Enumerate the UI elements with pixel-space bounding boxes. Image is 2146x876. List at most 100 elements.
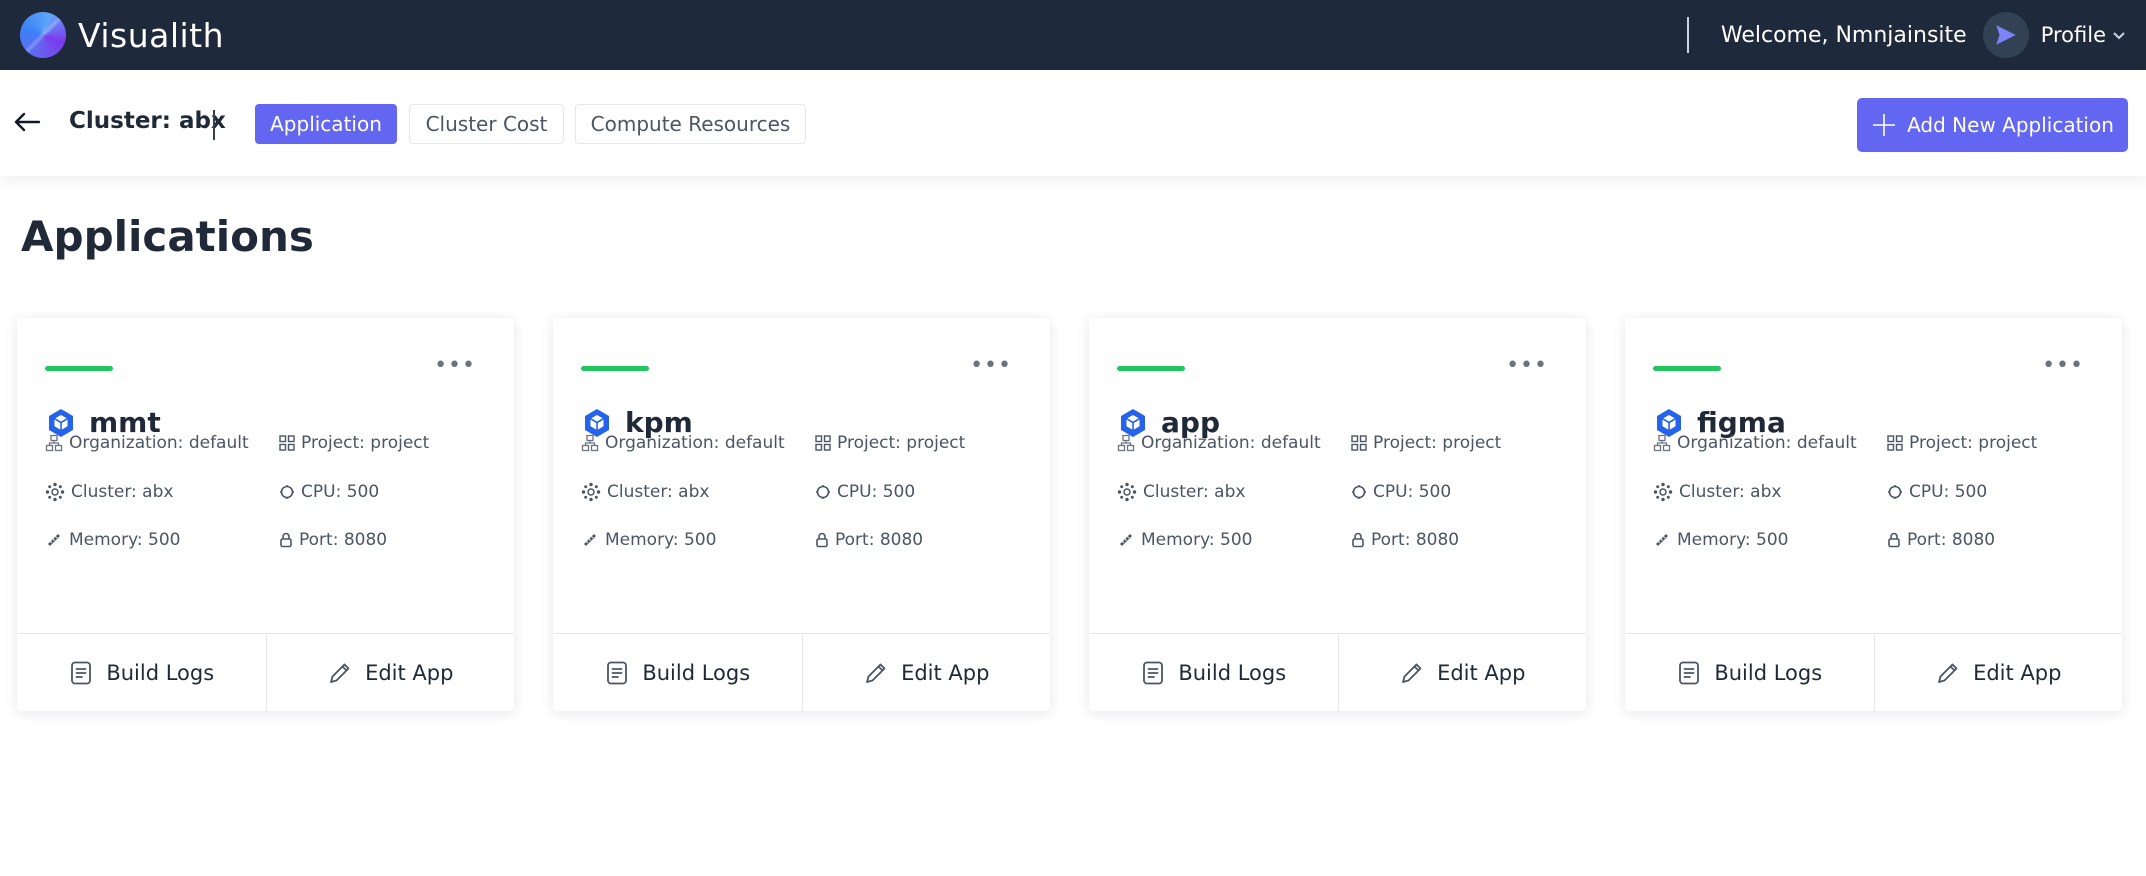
organization-icon [1117, 434, 1135, 452]
build-logs-button[interactable]: Build Logs [1625, 634, 1874, 711]
grid-icon [279, 435, 295, 451]
organization-info: Organization: default [1117, 433, 1321, 453]
document-icon [604, 660, 630, 686]
edit-app-label: Edit App [901, 660, 990, 685]
port-text: Port: 8080 [1371, 530, 1460, 550]
application-card[interactable]: ••• mmt Organization: default Project: p… [17, 318, 514, 711]
grid-icon [1351, 435, 1367, 451]
cpu-text: CPU: 500 [301, 482, 380, 502]
memory-icon [45, 531, 63, 549]
status-indicator [1653, 366, 1721, 371]
status-indicator [45, 366, 113, 371]
tab-label: Compute Resources [590, 112, 791, 136]
memory-info: Memory: 500 [1653, 530, 1788, 550]
chevron-down-icon [2112, 28, 2126, 42]
edit-app-label: Edit App [365, 660, 454, 685]
edit-app-button[interactable]: Edit App [1337, 634, 1587, 711]
edit-app-button[interactable]: Edit App [801, 634, 1051, 711]
project-text: Project: project [1909, 433, 2038, 453]
edit-app-label: Edit App [1437, 660, 1526, 685]
cpu-icon [1887, 484, 1903, 500]
build-logs-button[interactable]: Build Logs [17, 634, 266, 711]
cluster-text: Cluster: abx [607, 482, 710, 502]
brand-name: Visualith [78, 15, 225, 55]
cpu-info: CPU: 500 [815, 482, 915, 502]
brand[interactable]: Visualith [20, 12, 224, 58]
pencil-icon [1935, 660, 1961, 686]
port-info: Port: 8080 [279, 530, 387, 550]
organization-text: Organization: default [69, 433, 249, 453]
grid-icon [815, 435, 831, 451]
cpu-info: CPU: 500 [279, 482, 379, 502]
memory-icon [581, 531, 599, 549]
cluster-info: Cluster: abx [1653, 482, 1781, 502]
card-actions: Build Logs Edit App [17, 633, 514, 711]
cpu-info: CPU: 500 [1887, 482, 1987, 502]
port-text: Port: 8080 [1907, 530, 1996, 550]
cpu-icon [815, 484, 831, 500]
cpu-text: CPU: 500 [1909, 482, 1988, 502]
tab-compute-resources[interactable]: Compute Resources [575, 104, 806, 144]
build-logs-button[interactable]: Build Logs [553, 634, 802, 711]
project-text: Project: project [837, 433, 966, 453]
application-card[interactable]: ••• app Organization: default Project: p… [1089, 318, 1586, 711]
project-info: Project: project [1887, 433, 2037, 453]
application-card[interactable]: ••• kpm Organization: default Project: p… [553, 318, 1050, 711]
build-logs-button[interactable]: Build Logs [1089, 634, 1338, 711]
back-arrow-icon[interactable] [12, 110, 42, 138]
top-navbar: Visualith Welcome, Nmnjainsite Profile [0, 0, 2146, 70]
cpu-text: CPU: 500 [837, 482, 916, 502]
title-divider [213, 110, 215, 140]
application-card[interactable]: ••• figma Organization: default Project:… [1625, 318, 2122, 711]
cpu-icon [279, 484, 295, 500]
cluster-title: Cluster: abx [69, 108, 226, 134]
more-options-icon[interactable]: ••• [2042, 355, 2084, 377]
visualith-logo [20, 12, 66, 58]
cluster-icon [1117, 482, 1137, 502]
more-options-icon[interactable]: ••• [1506, 355, 1548, 377]
build-logs-label: Build Logs [106, 660, 215, 685]
memory-text: Memory: 500 [1141, 530, 1253, 550]
organization-text: Organization: default [605, 433, 785, 453]
profile-menu[interactable]: Profile [2041, 23, 2126, 47]
port-text: Port: 8080 [299, 530, 388, 550]
organization-info: Organization: default [45, 433, 249, 453]
profile-label: Profile [2040, 23, 2106, 47]
memory-info: Memory: 500 [581, 530, 716, 550]
organization-info: Organization: default [1653, 433, 1857, 453]
cpu-info: CPU: 500 [1351, 482, 1451, 502]
user-area: Welcome, Nmnjainsite Profile [1686, 0, 2126, 70]
more-options-icon[interactable]: ••• [970, 355, 1012, 377]
avatar[interactable] [1982, 12, 2029, 58]
card-actions: Build Logs Edit App [1089, 633, 1586, 711]
send-icon [1995, 25, 2016, 45]
add-button-label: Add New Application [1907, 113, 2114, 137]
pencil-icon [327, 660, 353, 686]
organization-icon [581, 434, 599, 452]
cluster-icon [1653, 482, 1673, 502]
more-options-icon[interactable]: ••• [434, 355, 476, 377]
organization-text: Organization: default [1141, 433, 1321, 453]
port-text: Port: 8080 [835, 530, 924, 550]
tab-cluster-cost[interactable]: Cluster Cost [409, 104, 564, 144]
card-actions: Build Logs Edit App [1625, 633, 2122, 711]
cpu-icon [1351, 484, 1367, 500]
add-new-application-button[interactable]: Add New Application [1857, 98, 2128, 152]
lock-icon [1887, 532, 1901, 548]
edit-app-button[interactable]: Edit App [265, 634, 515, 711]
edit-app-button[interactable]: Edit App [1873, 634, 2123, 711]
memory-info: Memory: 500 [1117, 530, 1252, 550]
card-actions: Build Logs Edit App [553, 633, 1050, 711]
edit-app-label: Edit App [1973, 660, 2062, 685]
navbar-divider [1686, 17, 1689, 53]
cpu-text: CPU: 500 [1373, 482, 1452, 502]
tab-application[interactable]: Application [255, 104, 397, 144]
status-indicator [1117, 366, 1185, 371]
cluster-icon [581, 482, 601, 502]
memory-text: Memory: 500 [605, 530, 717, 550]
organization-icon [1653, 434, 1671, 452]
lock-icon [279, 532, 293, 548]
lock-icon [815, 532, 829, 548]
sub-header: Cluster: abx Application Cluster Cost Co… [0, 70, 2146, 176]
organization-text: Organization: default [1677, 433, 1857, 453]
